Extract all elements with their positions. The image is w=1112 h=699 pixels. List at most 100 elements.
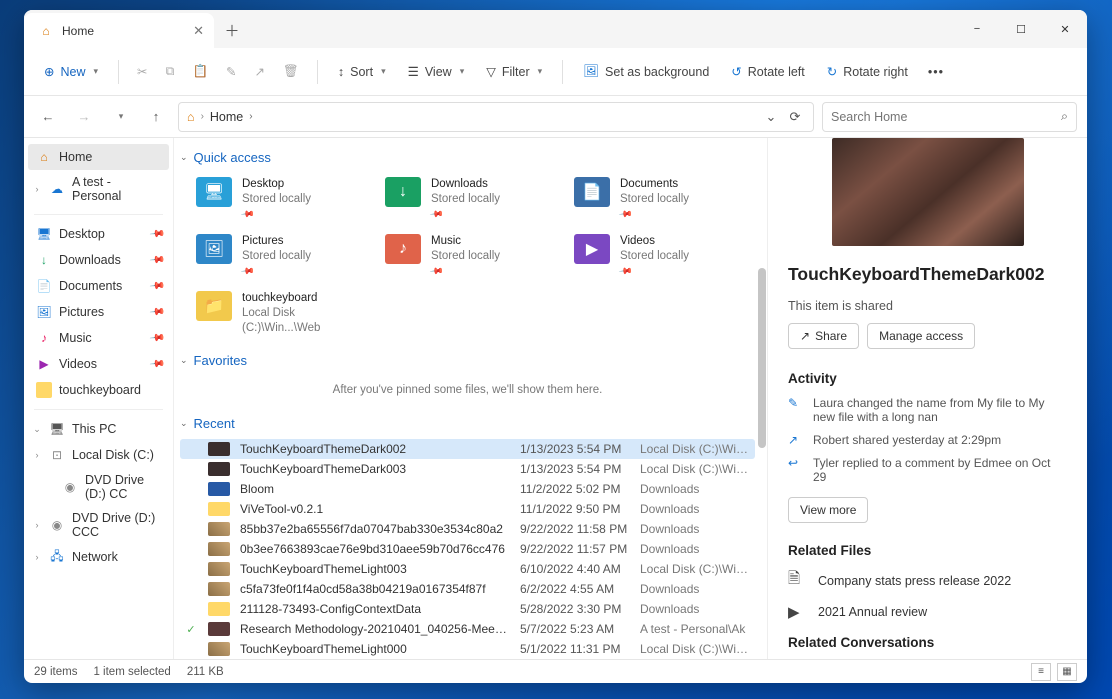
details-view-button[interactable]: ≡ xyxy=(1031,663,1051,681)
more-button[interactable]: ••• xyxy=(922,60,950,84)
main-content: ⌄Quick access 🖥 Desktop Stored locally 📌… xyxy=(174,138,767,659)
delete-button[interactable]: 🗑 xyxy=(277,59,305,84)
sidebar-item-dvd2[interactable]: ›◉DVD Drive (D:) CCC xyxy=(28,506,169,544)
trash-icon: 🗑 xyxy=(283,64,299,79)
copy-button[interactable]: ⧉ xyxy=(160,59,181,84)
edit-icon: ✎ xyxy=(788,396,803,410)
section-recent[interactable]: ⌄Recent xyxy=(180,412,755,435)
manage-access-button[interactable]: Manage access xyxy=(867,323,975,349)
recent-item[interactable]: ViVeTool-v0.2.1 11/1/2022 9:50 PM Downlo… xyxy=(180,499,755,519)
quick-access-item[interactable]: 🖥 Desktop Stored locally 📌 xyxy=(194,173,369,226)
filter-button[interactable]: ▽Filter▾ xyxy=(478,59,550,84)
recent-item[interactable]: Bloom 11/2/2022 5:02 PM Downloads xyxy=(180,479,755,499)
refresh-button[interactable]: ⟳ xyxy=(785,103,805,131)
picture-icon: 🖼 xyxy=(583,64,599,79)
chevron-down-icon: ⌄ xyxy=(180,355,188,366)
minimize-button[interactable]: − xyxy=(955,10,999,48)
rotate-right-button[interactable]: ↻Rotate right xyxy=(819,59,916,84)
chevron-down-icon: ▾ xyxy=(119,111,124,122)
sidebar-item-videos[interactable]: ▶Videos📌 xyxy=(28,351,169,377)
file-name: 85bb37e2ba65556f7da07047bab330e3534c80a2 xyxy=(240,522,510,536)
file-thumbnail xyxy=(208,562,230,576)
documents-icon: 📄 xyxy=(36,278,52,294)
pc-icon: 🖥 xyxy=(49,421,65,437)
search-icon: ⌕ xyxy=(1061,109,1068,124)
quick-access-item[interactable]: ▶ Videos Stored locally 📌 xyxy=(572,230,747,283)
maximize-button[interactable]: ☐ xyxy=(999,10,1043,48)
recent-item[interactable]: TouchKeyboardThemeDark002 1/13/2023 5:54… xyxy=(180,439,755,459)
share-button[interactable]: ↗Share xyxy=(788,323,859,349)
related-file[interactable]: 🗎Company stats press release 2022 xyxy=(788,568,1067,593)
recent-locations-button[interactable]: ▾ xyxy=(106,103,134,131)
chevron-right-icon: › xyxy=(32,184,42,194)
rotate-left-button[interactable]: ↺Rotate left xyxy=(723,59,812,84)
back-button[interactable]: ← xyxy=(34,103,62,131)
close-tab-icon[interactable]: ✕ xyxy=(193,23,204,39)
recent-item[interactable]: 211128-73493-ConfigContextData 5/28/2022… xyxy=(180,599,755,619)
sidebar-item-atest[interactable]: ›☁A test - Personal xyxy=(28,170,169,208)
up-button[interactable]: ↑ xyxy=(142,103,170,131)
cut-button[interactable]: ✂ xyxy=(131,59,153,84)
breadcrumb-home[interactable]: Home xyxy=(210,110,243,124)
thumbnails-view-button[interactable]: ▦ xyxy=(1057,663,1077,681)
related-file[interactable]: ▶2021 Annual review xyxy=(788,603,1067,621)
address-dropdown-button[interactable]: ⌄ xyxy=(761,103,781,131)
activity-item: ↗Robert shared yesterday at 2:29pm xyxy=(788,433,1067,447)
sidebar-item-dvd1[interactable]: ◉DVD Drive (D:) CC xyxy=(28,468,169,506)
sidebar-item-network[interactable]: ›🖧Network xyxy=(28,544,169,570)
scrollbar-thumb[interactable] xyxy=(758,268,766,448)
new-tab-button[interactable]: ＋ xyxy=(214,13,250,48)
item-name: Documents xyxy=(620,177,689,192)
recent-item[interactable]: TouchKeyboardThemeDark003 1/13/2023 5:54… xyxy=(180,459,755,479)
file-name: 211128-73493-ConfigContextData xyxy=(240,602,510,616)
rename-button[interactable]: ✎ xyxy=(220,59,242,84)
plus-icon: ⊕ xyxy=(44,64,54,79)
tab-home[interactable]: ⌂ Home ✕ xyxy=(24,13,214,48)
set-background-button[interactable]: 🖼Set as background xyxy=(575,59,717,84)
quick-access-item[interactable]: ↓ Downloads Stored locally 📌 xyxy=(383,173,558,226)
view-button[interactable]: ☰View▾ xyxy=(400,59,473,84)
quick-access-item[interactable]: 📁 touchkeyboard Local Disk (C:)\Win...\W… xyxy=(194,287,369,340)
recent-item[interactable]: ✓ Research Methodology-20210401_040256-M… xyxy=(180,619,755,639)
file-date: 5/1/2022 11:31 PM xyxy=(520,642,630,656)
disc-icon: ◉ xyxy=(62,479,78,495)
quick-access-item[interactable]: ♪ Music Stored locally 📌 xyxy=(383,230,558,283)
paste-button[interactable]: 📋 xyxy=(186,59,214,84)
sidebar-item-thispc[interactable]: ⌄🖥This PC xyxy=(28,416,169,442)
recent-item[interactable]: 85bb37e2ba65556f7da07047bab330e3534c80a2… xyxy=(180,519,755,539)
quick-access-item[interactable]: 📄 Documents Stored locally 📌 xyxy=(572,173,747,226)
file-location: Downloads xyxy=(640,522,751,536)
sidebar-item-home[interactable]: ⌂Home xyxy=(28,144,169,170)
recent-item[interactable]: c5fa73fe0f1f4a0cd58a38b04219a0167354f87f… xyxy=(180,579,755,599)
search-box[interactable]: ⌕ xyxy=(822,102,1077,132)
folder-icon: ▶ xyxy=(574,234,610,264)
folder-icon xyxy=(36,382,52,398)
pictures-icon: 🖼 xyxy=(36,304,52,320)
recent-item[interactable]: 0b3ee7663893cae76e9bd310aee59b70d76cc476… xyxy=(180,539,755,559)
recent-item[interactable]: TouchKeyboardThemeLight003 6/10/2022 4:4… xyxy=(180,559,755,579)
sidebar-item-downloads[interactable]: ↓Downloads📌 xyxy=(28,247,169,273)
sidebar-item-pictures[interactable]: 🖼Pictures📌 xyxy=(28,299,169,325)
close-window-button[interactable]: ✕ xyxy=(1043,10,1087,48)
sort-button[interactable]: ↕Sort▾ xyxy=(330,60,394,84)
sidebar-item-music[interactable]: ♪Music📌 xyxy=(28,325,169,351)
recent-item[interactable]: TouchKeyboardThemeLight000 5/1/2022 11:3… xyxy=(180,639,755,659)
section-quick-access[interactable]: ⌄Quick access xyxy=(180,146,755,169)
forward-button[interactable]: → xyxy=(70,103,98,131)
sidebar-item-touchkeyboard[interactable]: touchkeyboard xyxy=(28,377,169,403)
view-more-button[interactable]: View more xyxy=(788,497,868,523)
share-button[interactable]: ↗ xyxy=(249,59,271,84)
address-bar[interactable]: ⌂ › Home › ⌄ ⟳ xyxy=(178,102,814,132)
file-name: TouchKeyboardThemeDark002 xyxy=(240,442,510,456)
search-input[interactable] xyxy=(831,110,1061,124)
item-name: Downloads xyxy=(431,177,500,192)
sidebar-item-localdisk[interactable]: ›⊡Local Disk (C:) xyxy=(28,442,169,468)
sidebar-item-desktop[interactable]: 🖥Desktop📌 xyxy=(28,221,169,247)
sidebar-item-documents[interactable]: 📄Documents📌 xyxy=(28,273,169,299)
item-sub: Stored locally xyxy=(242,249,311,264)
file-date: 6/10/2022 4:40 AM xyxy=(520,562,630,576)
quick-access-item[interactable]: 🖼 Pictures Stored locally 📌 xyxy=(194,230,369,283)
section-favorites[interactable]: ⌄Favorites xyxy=(180,349,755,372)
file-date: 6/2/2022 4:55 AM xyxy=(520,582,630,596)
new-button[interactable]: ⊕New▾ xyxy=(36,59,106,84)
